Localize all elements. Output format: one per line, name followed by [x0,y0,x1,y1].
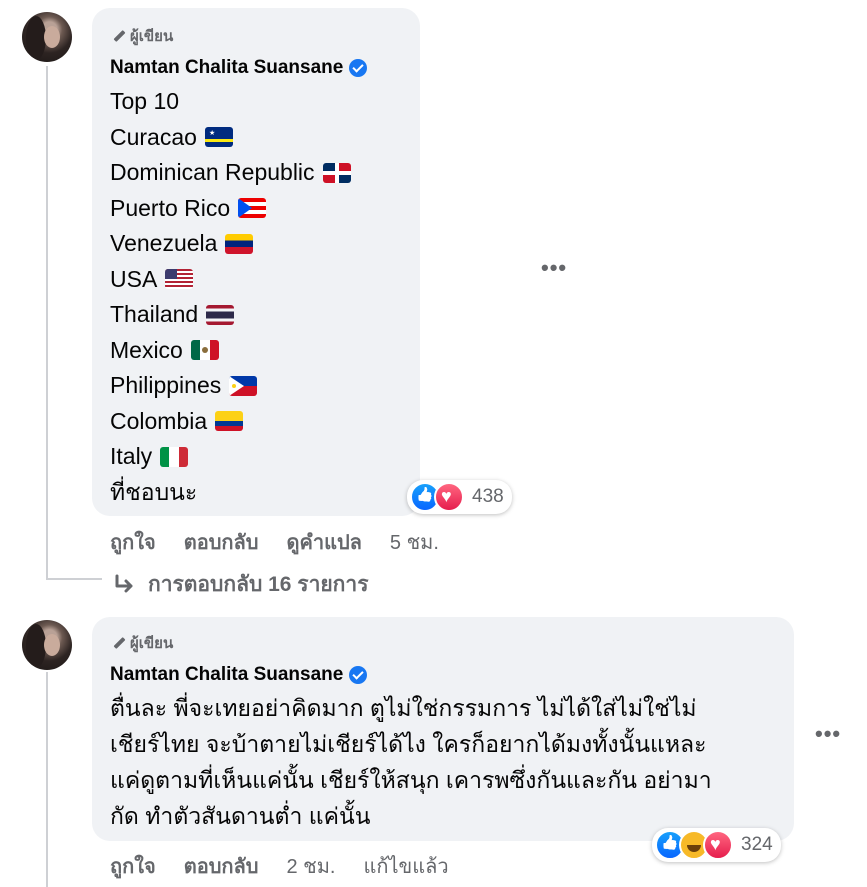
comment-line: ที่ชอบนะ [110,478,198,505]
like-button[interactable]: ถูกใจ [110,850,156,882]
author-badge: ผู้เขียน [110,24,173,48]
comment-line: Top 10 [110,88,180,114]
reaction-count: 324 [741,834,773,855]
puerto-rico-flag-icon [238,198,267,219]
comment-line: USA [110,262,410,298]
translate-button[interactable]: ดูคำแปล [286,526,361,558]
reaction-summary[interactable]: 324 [652,828,781,862]
timestamp[interactable]: 5 ชม. [390,526,439,558]
comment-actions: ถูกใจ ตอบกลับ ดูคำแปล 5 ชม. [110,526,439,558]
comment-line: Thailand [110,297,410,333]
philippines-flag-icon [229,375,258,396]
comment-line: Venezuela [110,226,410,262]
author-badge-label: ผู้เขียน [130,635,174,652]
edited-label[interactable]: แก้ไขแล้ว [363,850,448,882]
thread-line-branch [46,578,102,580]
colombia-flag-icon [215,411,244,432]
thread-line [46,66,48,580]
verified-badge-icon [349,59,368,77]
comment-line: Italy [110,439,410,475]
comment-actions: ถูกใจ ตอบกลับ 2 ชม. แก้ไขแล้ว [110,850,449,882]
pen-icon [110,28,126,44]
verified-badge-icon [349,666,368,684]
pen-icon [110,635,126,651]
comment-line: Colombia [110,404,410,440]
avatar[interactable] [22,12,72,62]
view-replies-link[interactable]: การตอบกลับ 16 รายการ [112,568,368,601]
author-badge-label: ผู้เขียน [130,28,174,45]
avatar[interactable] [22,620,72,670]
like-button[interactable]: ถูกใจ [110,526,156,558]
comment-line: Dominican Republic [110,155,410,191]
dominican-republic-flag-icon [322,162,351,183]
author-name[interactable]: Namtan Chalita Suansane [110,57,368,79]
reaction-summary[interactable]: 438 [407,480,512,514]
reply-arrow-icon [115,574,133,592]
reply-button[interactable]: ตอบกลับ [184,526,259,558]
comment-body: ตื่นละ พี่จะเทยอย่าคิดมาก ตูไม่ใช่กรรมกา… [110,690,780,834]
mexico-flag-icon [190,340,219,361]
venezuela-flag-icon [225,233,254,254]
comment-body: Top 10 Curacao ★ Dominican Republic Puer… [110,84,410,510]
thailand-flag-icon [206,304,235,325]
italy-flag-icon [160,446,189,467]
comment-line: Puerto Rico [110,191,410,227]
usa-flag-icon [165,269,194,290]
comment-line: ตื่นละ พี่จะเทยอย่าคิดมาก ตูไม่ใช่กรรมกา… [110,695,697,721]
comment-line: แค่ดูตามที่เห็นแค่นั้น เชียร์ให้สนุก เคา… [110,767,712,793]
thread-line [46,672,48,887]
author-name-label: Namtan Chalita Suansane [110,664,344,685]
comment-line: Mexico [110,333,410,369]
comment-line: Philippines [110,368,410,404]
author-badge: ผู้เขียน [110,631,173,655]
author-name-label: Namtan Chalita Suansane [110,57,344,78]
comment-line: เชียร์ไทย จะบ้าตายไม่เชียร์ได้ไง ใครก็อย… [110,731,707,757]
comment-line: Curacao ★ [110,120,410,156]
curacao-flag-icon: ★ [204,127,233,148]
reply-button[interactable]: ตอบกลับ [184,850,259,882]
love-reaction-icon [434,482,464,512]
reaction-count: 438 [472,486,504,507]
author-name[interactable]: Namtan Chalita Suansane [110,664,368,686]
love-reaction-icon [703,830,733,860]
more-options-icon[interactable]: ••• [541,255,567,281]
more-options-icon[interactable]: ••• [815,721,841,747]
view-replies-label: การตอบกลับ 16 รายการ [148,573,369,596]
timestamp[interactable]: 2 ชม. [286,850,335,882]
